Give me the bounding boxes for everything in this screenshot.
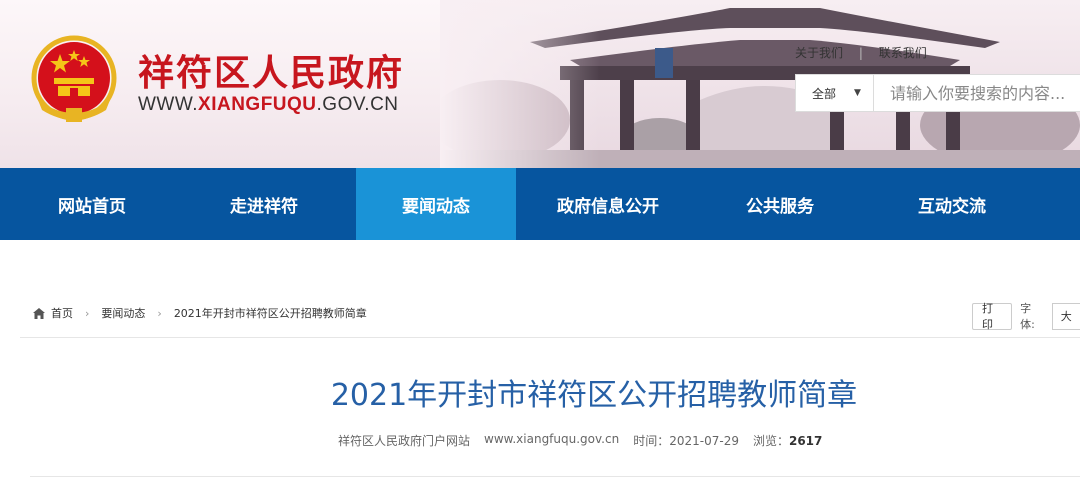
- nav-item-public-service[interactable]: 公共服务: [700, 168, 860, 240]
- site-header: 祥符区人民政府 WWW.XIANGFUQU.GOV.CN 关于我们 | 联系我们…: [0, 0, 1080, 168]
- home-icon: [33, 307, 45, 319]
- chevron-down-icon: ▼: [854, 88, 861, 98]
- national-emblem-logo: [31, 35, 117, 122]
- divider: [20, 337, 1080, 338]
- article-views-value: 2617: [788, 434, 823, 448]
- nav-item-news[interactable]: 要闻动态: [356, 168, 516, 240]
- main-nav: 网站首页 走进祥符 要闻动态 政府信息公开 公共服务 互动交流: [0, 168, 1080, 240]
- article-source-url: www.xiangfuqu.gov.cn: [484, 432, 620, 446]
- print-button[interactable]: 打印: [972, 302, 1013, 331]
- top-links: 关于我们 | 联系我们: [795, 44, 927, 61]
- nav-item-about-xiangfu[interactable]: 走进祥符: [184, 168, 344, 240]
- chevron-right-icon: ›: [157, 306, 162, 320]
- search-bar: 全部 ▼: [795, 74, 1080, 112]
- nav-item-interaction[interactable]: 互动交流: [872, 168, 1032, 240]
- divider: [30, 476, 1080, 477]
- link-separator: |: [858, 46, 863, 60]
- contact-us-link[interactable]: 联系我们: [879, 46, 927, 60]
- breadcrumb-home[interactable]: 首页: [51, 305, 73, 321]
- article-time-value: 2021-07-29: [669, 434, 739, 448]
- search-input[interactable]: [874, 75, 1080, 111]
- site-url-brand: XIANGFUQU: [198, 94, 317, 115]
- chevron-right-icon: ›: [85, 306, 90, 320]
- font-size-select[interactable]: 大: [1051, 302, 1080, 330]
- font-size-label: 字体:: [1020, 302, 1035, 331]
- article-time: 时间：2021-07-29: [633, 432, 739, 449]
- breadcrumb-current[interactable]: 2021年开封市祥符区公开招聘教师简章: [174, 305, 367, 321]
- article-time-label: 时间：: [633, 434, 670, 448]
- article-meta: 祥符区人民政府门户网站 www.xiangfuqu.gov.cn 时间：2021…: [338, 432, 822, 449]
- breadcrumb-section[interactable]: 要闻动态: [101, 305, 145, 321]
- search-scope-dropdown[interactable]: 全部 ▼: [796, 75, 874, 111]
- site-url-suffix: .GOV.CN: [316, 94, 399, 115]
- site-url: WWW.XIANGFUQU.GOV.CN: [138, 94, 399, 116]
- article-title: 2021年开封市祥符区公开招聘教师简章: [330, 378, 858, 413]
- site-url-prefix: WWW.: [138, 94, 199, 115]
- article-views-label: 浏览：: [752, 434, 789, 448]
- site-title: 祥符区人民政府: [138, 53, 405, 94]
- article-tools: 打印 字体: 大: [972, 300, 1080, 332]
- about-us-link[interactable]: 关于我们: [795, 46, 843, 60]
- article-source: 祥符区人民政府门户网站: [338, 434, 471, 448]
- nav-item-home[interactable]: 网站首页: [12, 168, 172, 240]
- breadcrumb: 首页 › 要闻动态 › 2021年开封市祥符区公开招聘教师简章: [33, 305, 367, 321]
- article-views: 浏览：2617: [753, 432, 822, 449]
- nav-item-gov-info[interactable]: 政府信息公开: [528, 168, 688, 240]
- search-scope-label: 全部: [812, 86, 837, 101]
